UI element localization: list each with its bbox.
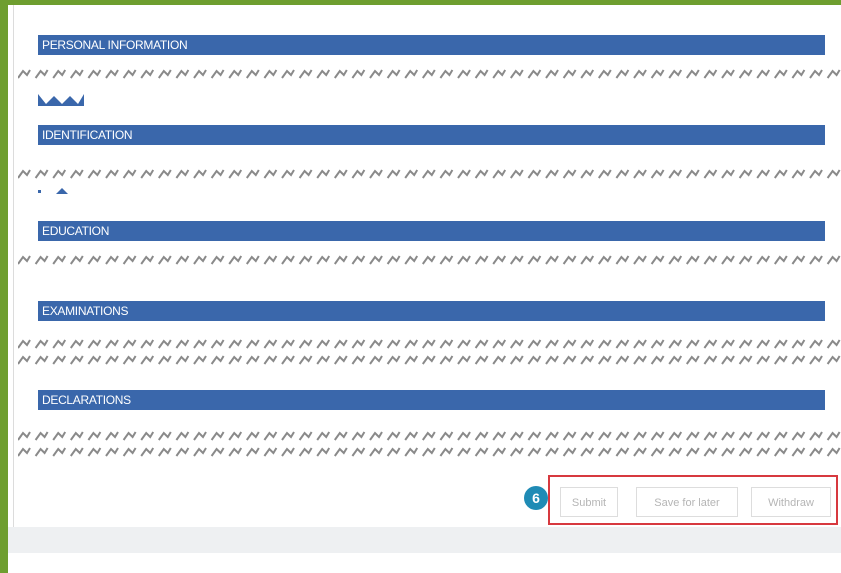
section-header: IDENTIFICATION — [38, 125, 825, 145]
obscured-field-row — [18, 168, 841, 180]
section-personal-information: PERSONAL INFORMATION — [38, 35, 825, 55]
step-number-badge: 6 — [524, 486, 548, 510]
section-education: EDUCATION — [38, 221, 825, 241]
obscured-field-row — [18, 354, 841, 366]
section-header: PERSONAL INFORMATION — [38, 35, 825, 55]
obscured-field-row — [18, 338, 841, 350]
section-declarations: DECLARATIONS — [38, 390, 825, 410]
content-border — [13, 5, 14, 527]
obscured-field-row — [18, 446, 841, 458]
obscured-field-glyph — [38, 92, 86, 111]
obscured-field-row — [18, 430, 841, 442]
action-buttons-highlight: Submit Save for later Withdraw — [548, 475, 838, 525]
footer-strip — [8, 527, 841, 553]
section-header: DECLARATIONS — [38, 390, 825, 410]
section-header: EDUCATION — [38, 221, 825, 241]
obscured-field-row — [18, 68, 841, 80]
section-header: EXAMINATIONS — [38, 301, 825, 321]
save-for-later-button[interactable]: Save for later — [636, 487, 738, 517]
withdraw-button[interactable]: Withdraw — [751, 487, 831, 517]
obscured-field-row — [18, 254, 841, 266]
section-identification: IDENTIFICATION — [38, 125, 825, 145]
obscured-field-glyph — [38, 183, 74, 201]
submit-button[interactable]: Submit — [560, 487, 618, 517]
section-examinations: EXAMINATIONS — [38, 301, 825, 321]
